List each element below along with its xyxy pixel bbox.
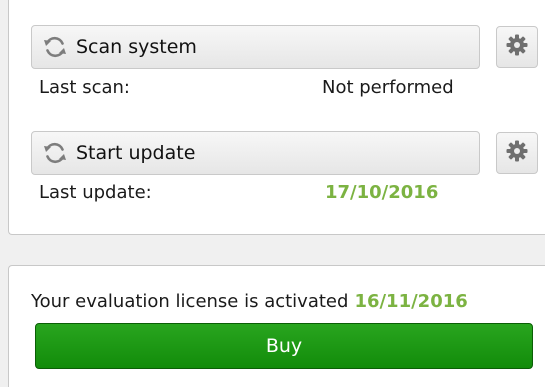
start-update-label: Start update: [76, 142, 196, 164]
license-status: Your evaluation license is activated 16/1…: [31, 291, 468, 312]
gear-icon: [505, 33, 529, 61]
refresh-icon: [42, 140, 68, 166]
update-settings-button[interactable]: [496, 132, 538, 174]
license-panel: Your evaluation license is activated 16/1…: [8, 265, 545, 387]
last-update-value: 17/10/2016: [325, 182, 439, 203]
start-update-button[interactable]: Start update: [31, 131, 480, 175]
scan-system-label: Scan system: [76, 36, 197, 58]
license-date: 16/11/2016: [354, 291, 468, 312]
license-text: Your evaluation license is activated: [31, 291, 349, 312]
scan-system-button[interactable]: Scan system: [31, 25, 480, 69]
last-scan-value: Not performed: [322, 77, 454, 98]
last-update-label: Last update:: [39, 182, 152, 203]
gear-icon: [505, 139, 529, 167]
scan-settings-button[interactable]: [496, 26, 538, 68]
buy-button[interactable]: Buy: [35, 323, 533, 369]
scan-update-panel: Scan system Last scan: Not performed Sta…: [8, 0, 545, 235]
refresh-icon: [42, 34, 68, 60]
last-scan-label: Last scan:: [39, 77, 130, 98]
